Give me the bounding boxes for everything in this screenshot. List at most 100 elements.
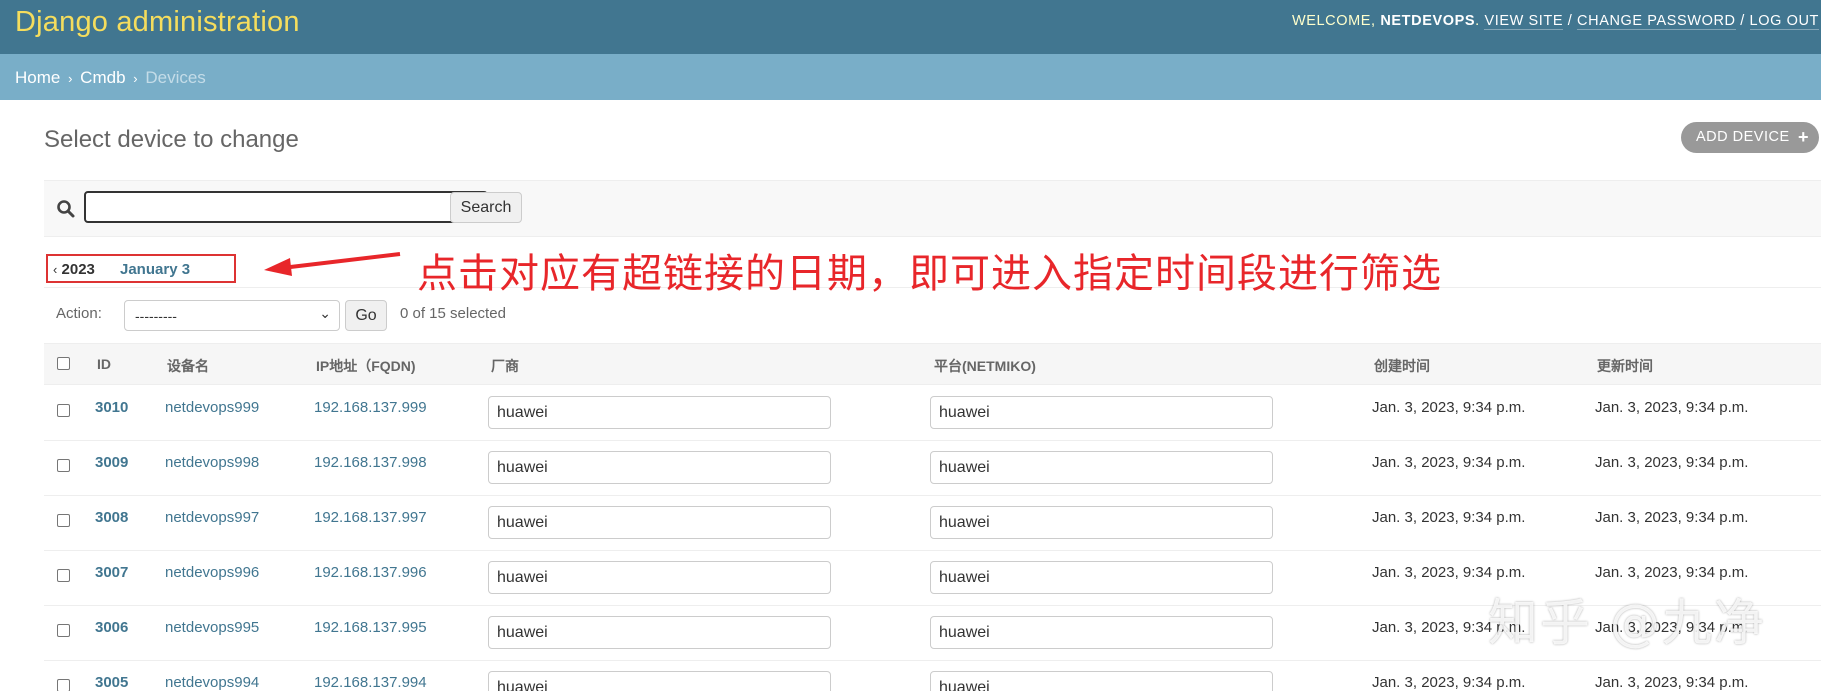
vendor-value: huawei <box>497 679 548 691</box>
date-month-link[interactable]: January 3 <box>120 261 190 278</box>
date-back-link[interactable]: ‹ 2023 <box>53 261 95 278</box>
column-header-vendor[interactable]: 厂商 <box>491 356 519 376</box>
platform-value: huawei <box>939 569 990 586</box>
vendor-field[interactable]: huawei <box>488 561 831 594</box>
vendor-value: huawei <box>497 404 548 421</box>
platform-value: huawei <box>939 404 990 421</box>
breadcrumb-app[interactable]: Cmdb <box>80 68 125 87</box>
row-checkbox[interactable] <box>57 624 70 637</box>
breadcrumb: Home › Cmdb › Devices <box>0 54 1821 100</box>
select-all-checkbox[interactable] <box>57 357 70 370</box>
chevron-down-icon: ⌄ <box>319 305 331 321</box>
platform-field[interactable]: huawei <box>930 671 1273 691</box>
row-id-link[interactable]: 3007 <box>95 564 128 581</box>
site-brand[interactable]: Django administration <box>15 6 300 39</box>
table-row: 3009 netdevops998 192.168.137.998 huawei hua… <box>44 441 1821 496</box>
page-title: Select device to change <box>44 126 299 153</box>
action-label: Action: <box>56 305 102 322</box>
platform-field[interactable]: huawei <box>930 396 1273 429</box>
date-hierarchy: ‹ 2023 January 3 点击对应有超链接的日期，即可进入指定时间段进行… <box>44 238 1821 297</box>
row-created-time: Jan. 3, 2023, 9:34 p.m. <box>1372 509 1526 526</box>
username: NETDEVOPS <box>1380 13 1476 29</box>
column-header-id[interactable]: ID <box>97 356 111 372</box>
separator: / <box>1563 13 1578 29</box>
breadcrumb-home[interactable]: Home <box>15 68 60 87</box>
row-updated-time: Jan. 3, 2023, 9:34 p.m. <box>1595 399 1749 416</box>
row-checkbox[interactable] <box>57 459 70 472</box>
column-header-updated[interactable]: 更新时间 <box>1597 356 1653 376</box>
platform-value: huawei <box>939 679 990 691</box>
platform-value: huawei <box>939 624 990 641</box>
row-ip-address: 192.168.137.998 <box>314 454 427 471</box>
chevron-left-icon: ‹ <box>53 262 58 277</box>
row-checkbox[interactable] <box>57 514 70 527</box>
add-device-label: ADD DEVICE <box>1696 129 1790 145</box>
add-device-button[interactable]: ADD DEVICE + <box>1681 122 1819 153</box>
row-ip-address: 192.168.137.996 <box>314 564 427 581</box>
vendor-field[interactable]: huawei <box>488 671 831 691</box>
search-input[interactable] <box>84 191 488 223</box>
table-header: ID 设备名 IP地址（FQDN) 厂商 平台(NETMIKO) 创建时间 更新… <box>44 343 1821 385</box>
row-updated-time: Jan. 3, 2023, 9:34 p.m. <box>1595 674 1749 691</box>
row-device-name: netdevops995 <box>165 619 260 636</box>
platform-field[interactable]: huawei <box>930 506 1273 539</box>
view-site-link[interactable]: VIEW SITE <box>1484 13 1564 30</box>
watermark: 知乎 @九净 <box>1488 594 1766 652</box>
row-id-link[interactable]: 3010 <box>95 399 128 416</box>
date-year: 2023 <box>61 261 95 278</box>
action-select-value: --------- <box>135 308 177 324</box>
user-tools: WELCOME, NETDEVOPS. VIEW SITE / CHANGE P… <box>1291 13 1819 30</box>
row-id-link[interactable]: 3008 <box>95 509 128 526</box>
vendor-value: huawei <box>497 459 548 476</box>
vendor-value: huawei <box>497 514 548 531</box>
table-row: 3008 netdevops997 192.168.137.997 huawei hua… <box>44 496 1821 551</box>
search-toolbar: Search <box>44 181 1821 237</box>
column-header-created[interactable]: 创建时间 <box>1374 356 1430 376</box>
row-id-link[interactable]: 3009 <box>95 454 128 471</box>
row-ip-address: 192.168.137.995 <box>314 619 427 636</box>
row-updated-time: Jan. 3, 2023, 9:34 p.m. <box>1595 509 1749 526</box>
search-button[interactable]: Search <box>450 192 522 223</box>
row-device-name: netdevops996 <box>165 564 260 581</box>
vendor-field[interactable]: huawei <box>488 451 831 484</box>
row-id-link[interactable]: 3006 <box>95 619 128 636</box>
row-checkbox[interactable] <box>57 679 70 691</box>
annotation-arrow-icon <box>264 252 401 276</box>
column-header-ip[interactable]: IP地址（FQDN) <box>316 356 416 376</box>
table-row: 3005 netdevops994 192.168.137.994 huawei hua… <box>44 661 1821 691</box>
platform-field[interactable]: huawei <box>930 616 1273 649</box>
platform-field[interactable]: huawei <box>930 451 1273 484</box>
vendor-value: huawei <box>497 569 548 586</box>
go-button[interactable]: Go <box>345 300 387 331</box>
table-row: 3010 netdevops999 192.168.137.999 huawei hua… <box>44 386 1821 441</box>
breadcrumb-current: Devices <box>145 68 206 87</box>
row-ip-address: 192.168.137.997 <box>314 509 427 526</box>
column-header-platform[interactable]: 平台(NETMIKO) <box>934 356 1036 376</box>
vendor-field[interactable]: huawei <box>488 506 831 539</box>
vendor-value: huawei <box>497 624 548 641</box>
platform-value: huawei <box>939 514 990 531</box>
welcome-prefix: WELCOME, <box>1291 13 1381 29</box>
change-password-link[interactable]: CHANGE PASSWORD <box>1577 13 1736 30</box>
breadcrumb-separator: › <box>68 71 73 86</box>
vendor-field[interactable]: huawei <box>488 396 831 429</box>
row-created-time: Jan. 3, 2023, 9:34 p.m. <box>1372 564 1526 581</box>
plus-icon: + <box>1797 127 1809 147</box>
row-checkbox[interactable] <box>57 569 70 582</box>
selected-count: 0 of 15 selected <box>400 305 506 322</box>
platform-value: huawei <box>939 459 990 476</box>
site-header: Django administration WELCOME, NETDEVOPS… <box>0 0 1821 54</box>
row-id-link[interactable]: 3005 <box>95 674 128 691</box>
actions-bar: Action: --------- ⌄ Go 0 of 15 selected <box>44 289 1821 339</box>
row-checkbox[interactable] <box>57 404 70 417</box>
vendor-field[interactable]: huawei <box>488 616 831 649</box>
date-hierarchy-highlight: ‹ 2023 January 3 <box>46 254 236 283</box>
column-header-name[interactable]: 设备名 <box>167 356 209 376</box>
log-out-link[interactable]: LOG OUT <box>1749 13 1819 30</box>
action-select[interactable]: --------- ⌄ <box>124 300 340 331</box>
platform-field[interactable]: huawei <box>930 561 1273 594</box>
row-updated-time: Jan. 3, 2023, 9:34 p.m. <box>1595 454 1749 471</box>
breadcrumb-separator: › <box>133 71 138 86</box>
row-device-name: netdevops994 <box>165 674 260 691</box>
row-created-time: Jan. 3, 2023, 9:34 p.m. <box>1372 399 1526 416</box>
